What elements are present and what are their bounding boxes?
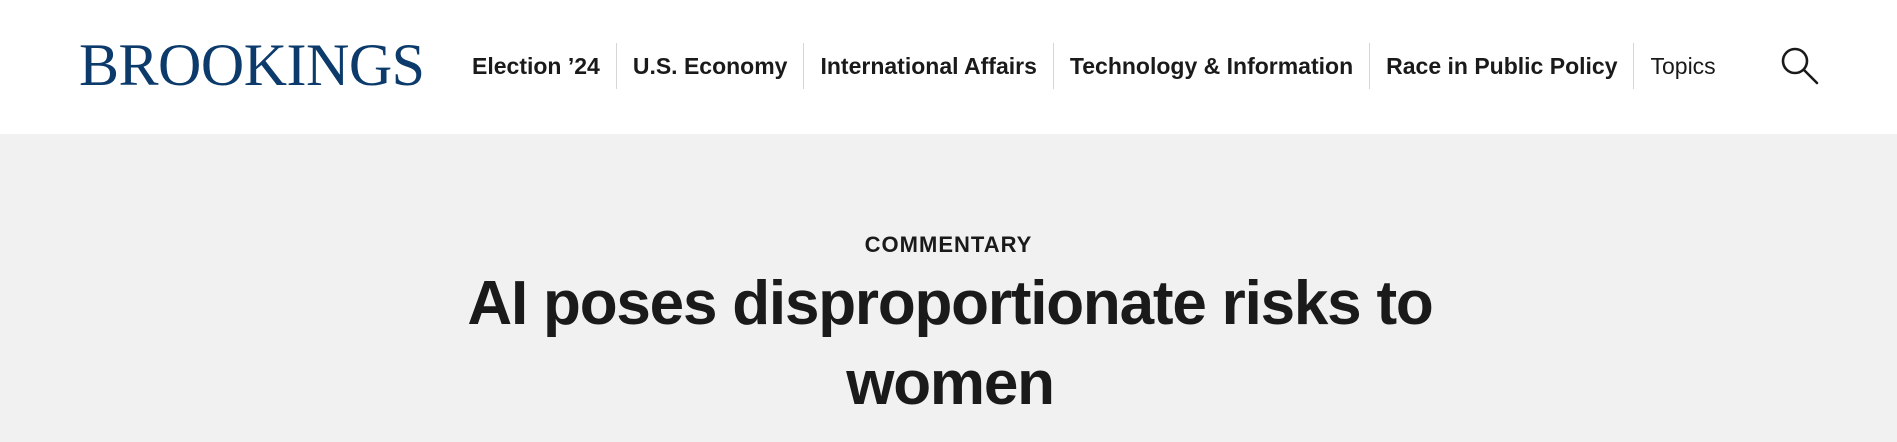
site-header: BROOKINGS Election ’24 U.S. Economy Inte… [0,0,1897,134]
nav-item-us-economy[interactable]: U.S. Economy [615,43,804,89]
nav-item-topics[interactable]: Topics [1633,43,1731,89]
article-hero: COMMENTARY AI poses disproportionate ris… [0,134,1897,442]
article-category[interactable]: COMMENTARY [0,232,1897,258]
brookings-logo[interactable]: BROOKINGS [79,30,425,100]
main-nav: Election ’24 U.S. Economy International … [456,43,1732,89]
nav-item-technology-information[interactable]: Technology & Information [1052,43,1369,89]
article-headline: AI poses disproportionate risks to women [467,269,1433,418]
search-icon [1781,47,1819,85]
search-button[interactable] [1778,44,1822,88]
nav-item-race-in-public-policy[interactable]: Race in Public Policy [1369,43,1633,89]
nav-item-election-24[interactable]: Election ’24 [456,43,616,89]
nav-item-international-affairs[interactable]: International Affairs [803,43,1052,89]
